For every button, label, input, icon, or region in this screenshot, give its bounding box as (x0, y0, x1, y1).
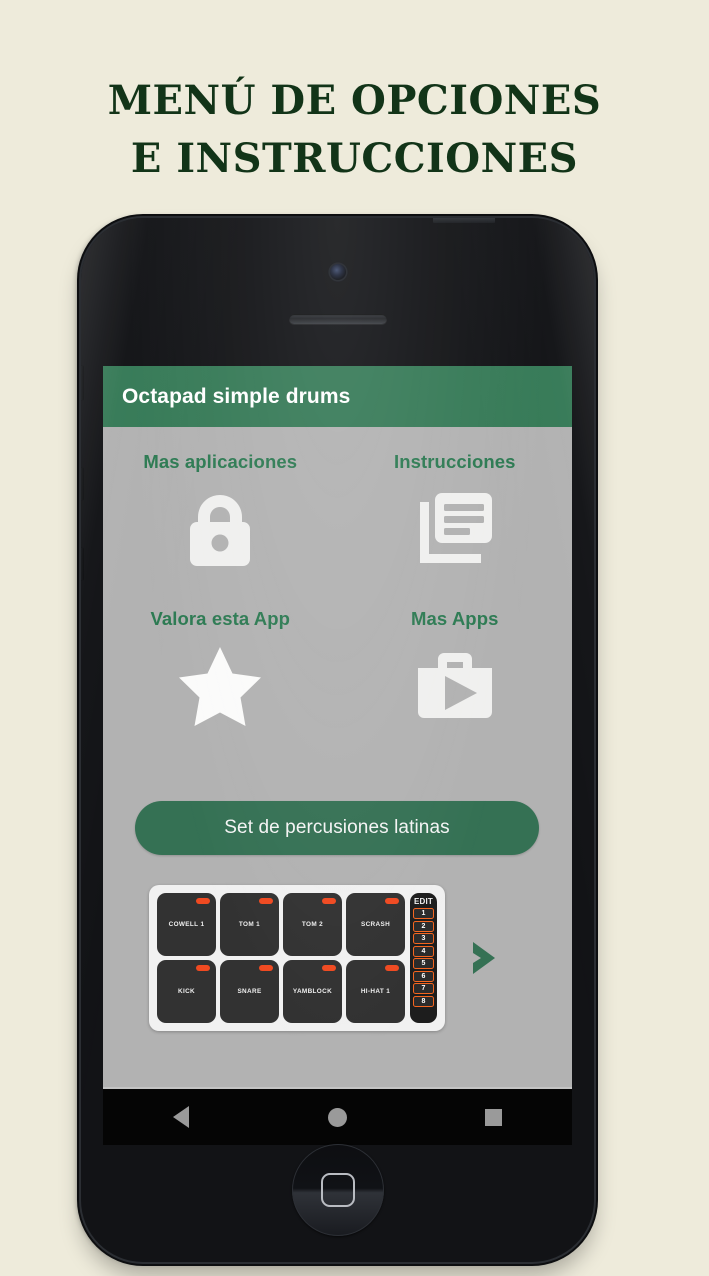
pad-led-indicator (385, 898, 399, 904)
android-navigation-bar (103, 1087, 572, 1145)
phone-device-mockup: Octapad simple drums Mas aplicaciones In… (81, 218, 594, 1262)
volume-down-button[interactable] (81, 548, 84, 580)
drum-pad[interactable]: SCRASH (346, 893, 405, 956)
option-label: Mas aplicaciones (143, 451, 298, 472)
pad-label: KICK (177, 988, 196, 995)
set-de-percusiones-latinas-button[interactable]: Set de percusiones latinas (135, 801, 539, 855)
play-store-briefcase-icon (407, 638, 503, 734)
pad-label: YAMBLOCK (292, 988, 333, 995)
pad-preview-row: COWELL 1 TOM 1 TOM 2 SCRASH KICK SNARE Y… (103, 885, 572, 1031)
edit-slot-button[interactable]: 6 (413, 970, 434, 982)
earpiece-speaker (288, 314, 387, 324)
option-mas-aplicaciones[interactable]: Mas aplicaciones (103, 451, 338, 608)
pad-led-indicator (259, 898, 273, 904)
pad-label: SCRASH (360, 921, 391, 928)
edit-slot-button[interactable]: 8 (413, 995, 434, 1007)
option-mas-apps[interactable]: Mas Apps (338, 608, 573, 765)
pad-label: COWELL 1 (168, 921, 205, 928)
drum-pad[interactable]: KICK (157, 960, 216, 1023)
edit-slot-button[interactable]: 1 (413, 908, 434, 919)
pad-led-indicator (322, 965, 336, 971)
edit-slot-button[interactable]: 3 (413, 933, 434, 944)
phone-screen: Octapad simple drums Mas aplicaciones In… (103, 366, 572, 1145)
option-valora-esta-app[interactable]: Valora esta App (103, 608, 338, 765)
drum-pad[interactable]: TOM 2 (283, 893, 342, 956)
drum-pad[interactable]: SNARE (220, 960, 279, 1023)
app-bar: Octapad simple drums (103, 366, 572, 427)
drum-pad[interactable]: YAMBLOCK (283, 960, 342, 1023)
drum-pad[interactable]: TOM 1 (220, 893, 279, 956)
app-content: Mas aplicaciones Instrucciones Valora es… (103, 427, 572, 1145)
pad-label: HI-HAT 1 (360, 988, 391, 995)
drum-pad-grid: COWELL 1 TOM 1 TOM 2 SCRASH KICK SNARE Y… (157, 893, 405, 1023)
edit-strip-title: EDIT (413, 897, 434, 906)
article-icon (407, 481, 503, 577)
edit-slot-button[interactable]: 7 (413, 983, 434, 994)
pad-led-indicator (259, 965, 273, 971)
edit-slot-button[interactable]: 2 (413, 920, 434, 932)
pad-led-indicator (196, 898, 210, 904)
page-title-line-1: Menú de opciones (107, 77, 602, 124)
app-title: Octapad simple drums (122, 384, 351, 408)
nav-back-button[interactable] (160, 1096, 202, 1138)
edit-slot-button[interactable]: 5 (413, 958, 434, 969)
pad-label: SNARE (237, 988, 262, 995)
option-label: Valora esta App (150, 608, 291, 629)
edit-strip: EDIT 1 2 3 4 5 6 7 8 (410, 893, 437, 1023)
pad-led-indicator (385, 965, 399, 971)
nav-recents-button[interactable] (473, 1096, 515, 1138)
drum-pad[interactable]: HI-HAT 1 (346, 960, 405, 1023)
option-label: Mas Apps (411, 608, 499, 629)
star-icon (172, 638, 268, 734)
next-arrow-icon[interactable] (465, 936, 509, 980)
volume-up-button[interactable] (81, 468, 84, 500)
power-button[interactable] (433, 218, 495, 223)
edit-slot-button[interactable]: 4 (413, 945, 434, 957)
silent-switch[interactable] (81, 366, 84, 400)
option-label: Instrucciones (393, 451, 516, 472)
options-grid: Mas aplicaciones Instrucciones Valora es… (103, 427, 572, 765)
pad-led-indicator (322, 898, 336, 904)
front-camera-icon (329, 264, 346, 280)
option-instrucciones[interactable]: Instrucciones (338, 451, 573, 608)
lock-icon (172, 481, 268, 577)
pad-label: TOM 2 (301, 921, 324, 928)
drum-pad-panel[interactable]: COWELL 1 TOM 1 TOM 2 SCRASH KICK SNARE Y… (149, 885, 445, 1031)
page-title: Menú de opciones e instrucciones (0, 72, 709, 188)
nav-home-button[interactable] (316, 1096, 358, 1138)
home-button[interactable] (291, 1144, 384, 1236)
pad-led-indicator (196, 965, 210, 971)
pad-label: TOM 1 (238, 921, 261, 928)
page-title-line-2: e instrucciones (130, 135, 579, 182)
home-button-square-icon (320, 1173, 355, 1207)
drum-pad[interactable]: COWELL 1 (157, 893, 216, 956)
